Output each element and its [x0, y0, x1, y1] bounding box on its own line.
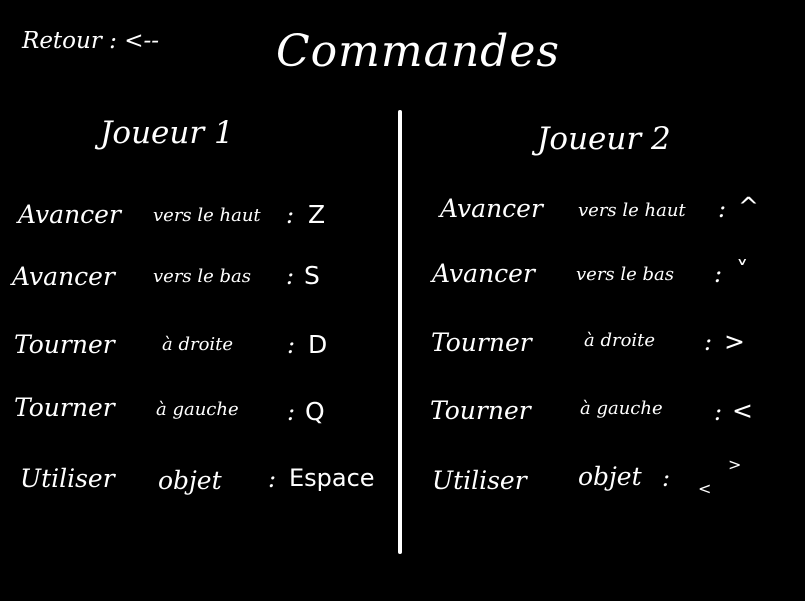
key-separator: : — [718, 195, 727, 223]
key-label: S — [304, 261, 320, 290]
action-verb: Utiliser — [20, 464, 115, 493]
action-detail: à gauche — [580, 398, 663, 419]
page-title: Commandes — [276, 26, 560, 77]
key-separator: : — [662, 464, 671, 492]
key-label-bottom: < — [698, 479, 712, 498]
key-separator: : — [704, 328, 713, 356]
action-verb: Avancer — [432, 259, 535, 288]
key-label: ˅ — [736, 256, 749, 285]
action-detail: vers le bas — [153, 266, 252, 287]
key-label: D — [308, 330, 328, 359]
key-separator: : — [714, 398, 723, 426]
action-verb: Tourner — [431, 328, 532, 357]
action-verb: Avancer — [12, 262, 115, 291]
action-detail: à droite — [584, 330, 656, 351]
action-detail: vers le bas — [576, 264, 675, 285]
key-separator: : — [268, 465, 277, 493]
key-label: ^ — [738, 192, 759, 221]
action-verb: Utiliser — [432, 466, 527, 495]
player1-title: Joueur 1 — [100, 115, 234, 151]
action-verb: Tourner — [14, 330, 115, 359]
key-separator: : — [286, 262, 295, 290]
action-detail: vers le haut — [153, 205, 261, 226]
back-button[interactable]: Retour : <-- — [22, 30, 159, 53]
key-label: Q — [305, 397, 325, 426]
column-divider — [398, 110, 402, 554]
action-detail: objet — [578, 462, 642, 491]
key-label: Z — [308, 200, 326, 229]
key-label: < — [732, 396, 753, 425]
action-detail: objet — [158, 466, 222, 495]
key-label-top: > — [728, 455, 742, 474]
action-verb: Tourner — [14, 393, 115, 422]
action-verb: Avancer — [440, 194, 543, 223]
key-label: > — [724, 327, 745, 356]
key-label: Espace — [289, 464, 375, 492]
action-detail: à gauche — [156, 399, 239, 420]
key-separator: : — [286, 201, 295, 229]
key-separator: : — [287, 398, 296, 426]
key-separator: : — [287, 331, 296, 359]
action-verb: Avancer — [18, 200, 121, 229]
action-detail: vers le haut — [578, 200, 686, 221]
key-separator: : — [714, 260, 723, 288]
player2-title: Joueur 2 — [537, 121, 671, 157]
action-verb: Tourner — [430, 396, 531, 425]
action-detail: à droite — [162, 334, 234, 355]
